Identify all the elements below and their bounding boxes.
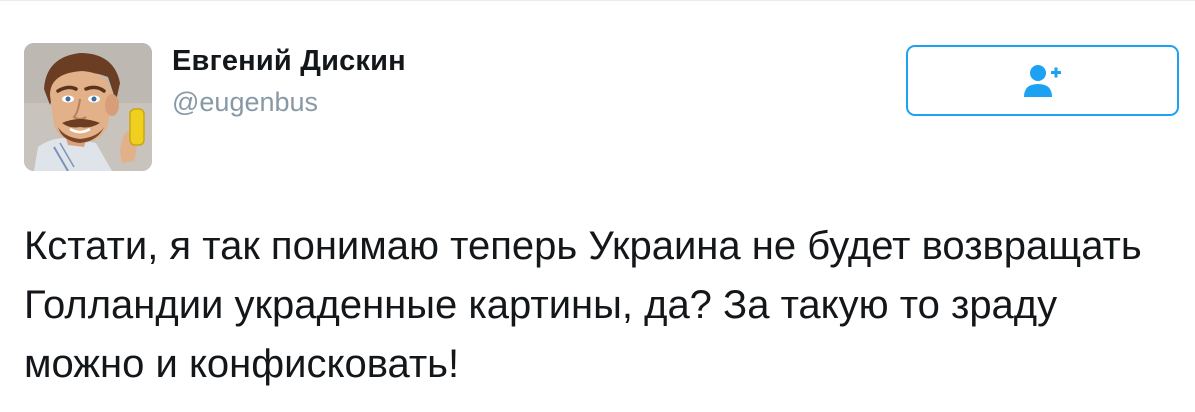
tweet-card: Евгений Дискин @eugenbus Кстати, я так п… xyxy=(0,0,1195,412)
follow-user-plus-icon xyxy=(1023,64,1061,97)
tweet-text: Кстати, я так понимаю теперь Украина не … xyxy=(24,224,1142,386)
follow-button[interactable] xyxy=(906,45,1179,116)
user-handle[interactable]: @eugenbus xyxy=(172,87,318,118)
avatar[interactable] xyxy=(24,43,152,171)
avatar-illustration xyxy=(24,43,152,171)
user-display-name[interactable]: Евгений Дискин xyxy=(172,45,406,78)
